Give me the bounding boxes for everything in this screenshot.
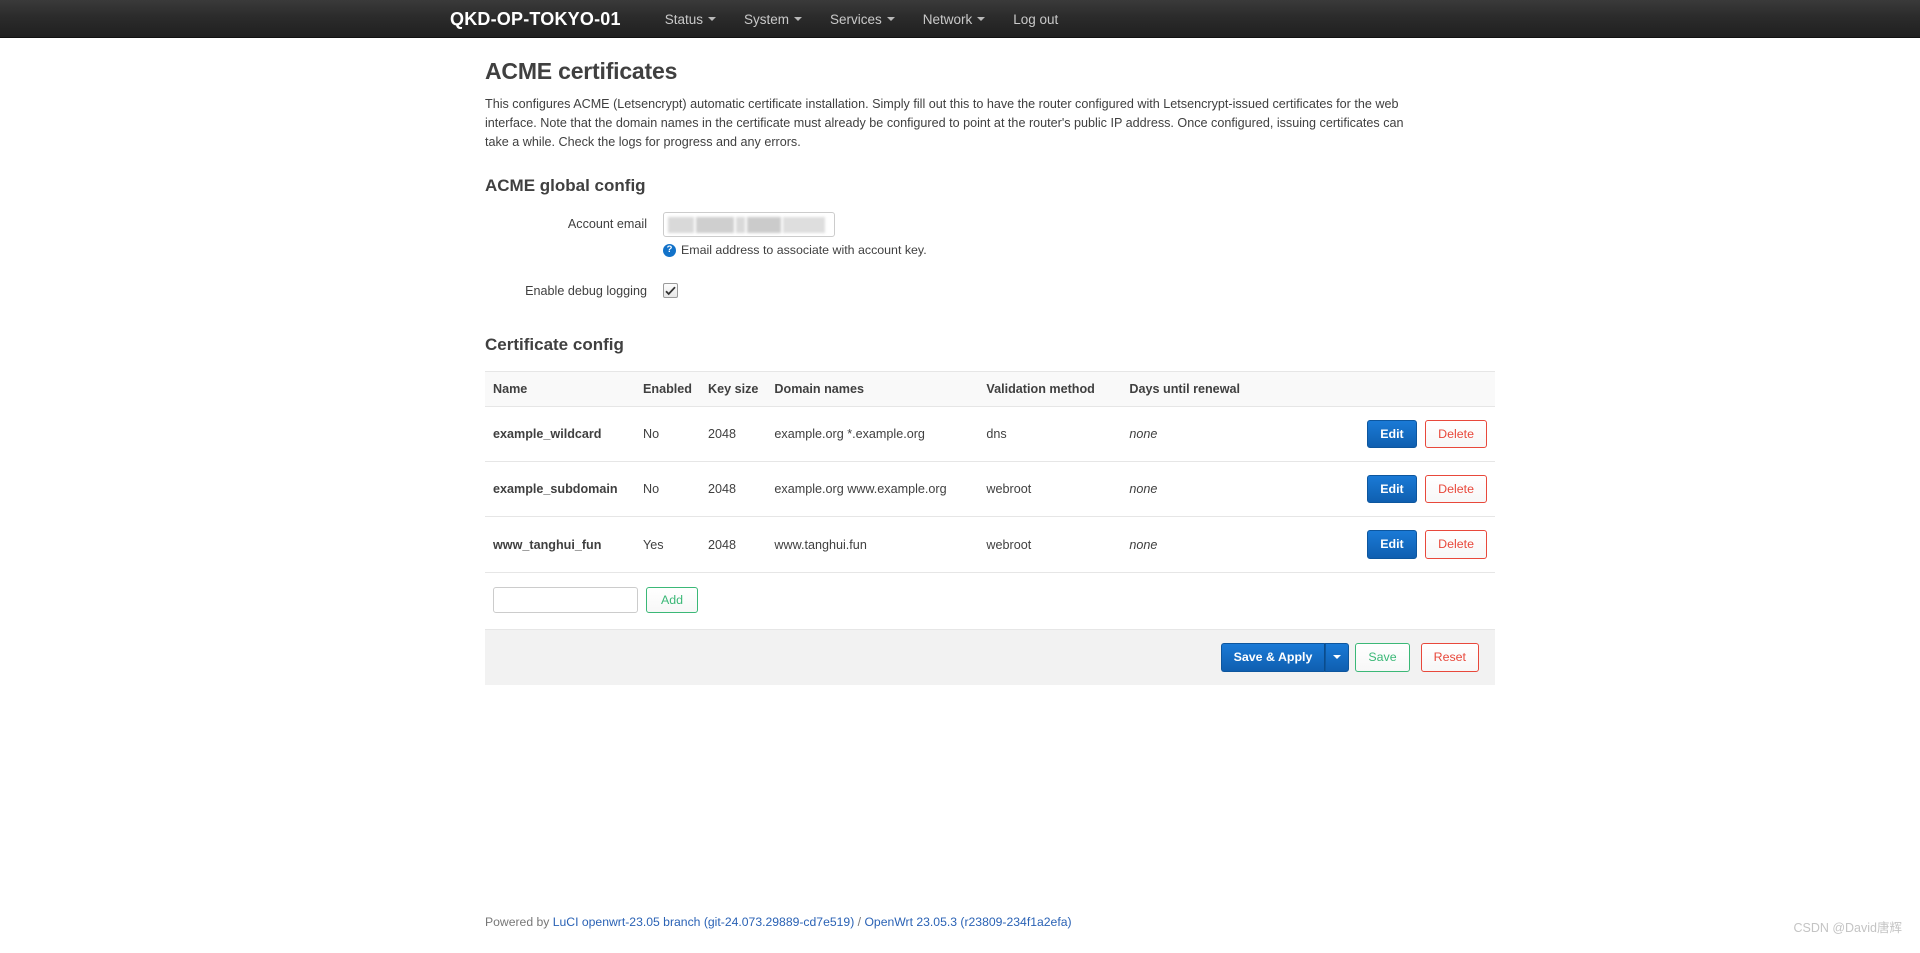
form-row-debug-logging: Enable debug logging bbox=[485, 279, 1495, 301]
nav-item-label: Log out bbox=[1013, 11, 1059, 27]
cell-enabled: No bbox=[635, 406, 700, 462]
save-apply-split-button: Save & Apply bbox=[1220, 643, 1350, 672]
certificate-config-section: Certificate config Name Enabled Key size… bbox=[485, 335, 1495, 685]
table-body: example_wildcard No 2048 example.org *.e… bbox=[485, 406, 1495, 573]
delete-button[interactable]: Delete bbox=[1425, 419, 1487, 448]
cell-name: example_subdomain bbox=[485, 461, 635, 518]
debug-logging-field-wrap bbox=[663, 279, 1495, 301]
nav-item-label: Services bbox=[829, 11, 882, 27]
cell-days-until-renewal: none bbox=[1121, 406, 1267, 462]
account-email-label: Account email bbox=[567, 217, 647, 231]
cell-domain-names: example.org *.example.org bbox=[766, 406, 979, 462]
table-head: Name Enabled Key size Domain names Valid… bbox=[485, 370, 1495, 407]
debug-logging-label: Enable debug logging bbox=[525, 284, 647, 298]
chevron-down-icon bbox=[977, 17, 986, 21]
nav-item-label: Network bbox=[922, 11, 973, 27]
chevron-down-icon bbox=[886, 17, 895, 21]
cell-validation-method: webroot bbox=[978, 516, 1122, 573]
table-row: example_subdomain No 2048 example.org ww… bbox=[485, 461, 1495, 518]
column-header-name: Name bbox=[485, 370, 635, 407]
debug-logging-checkbox[interactable] bbox=[663, 283, 678, 298]
add-button[interactable]: Add bbox=[646, 586, 699, 614]
question-mark-icon[interactable]: ? bbox=[663, 243, 676, 257]
chevron-down-icon bbox=[707, 17, 716, 21]
account-email-input[interactable] bbox=[663, 212, 835, 237]
delete-button[interactable]: Delete bbox=[1425, 530, 1487, 559]
cell-validation-method: dns bbox=[978, 406, 1122, 462]
cell-actions: Edit Delete bbox=[1266, 461, 1495, 518]
page-title: ACME certificates bbox=[485, 58, 678, 84]
column-header-domain-names: Domain names bbox=[766, 370, 979, 407]
cell-domain-names: www.tanghui.fun bbox=[766, 516, 979, 573]
table-row: example_wildcard No 2048 example.org *.e… bbox=[485, 406, 1495, 462]
save-apply-button[interactable]: Save & Apply bbox=[1220, 643, 1326, 672]
nav-item-system[interactable]: System bbox=[730, 12, 816, 27]
cell-domain-names: example.org www.example.org bbox=[766, 461, 979, 518]
nav-item-status[interactable]: Status bbox=[651, 12, 730, 27]
chevron-down-icon bbox=[793, 17, 802, 21]
nav-menu: Status System Services Network Log out bbox=[651, 12, 1073, 27]
nav-item-label: Status bbox=[664, 11, 703, 27]
cell-actions: Edit Delete bbox=[1266, 406, 1495, 462]
edit-button[interactable]: Edit bbox=[1367, 474, 1417, 504]
column-header-days-until-renewal: Days until renewal bbox=[1121, 370, 1267, 407]
brand-title[interactable]: QKD-OP-TOKYO-01 bbox=[450, 9, 621, 30]
cell-key-size: 2048 bbox=[700, 516, 767, 573]
column-header-actions bbox=[1266, 370, 1495, 407]
save-button[interactable]: Save bbox=[1355, 643, 1410, 672]
cell-days-until-renewal: none bbox=[1121, 461, 1267, 518]
page-content: ACME certificates This configures ACME (… bbox=[485, 38, 1495, 685]
account-email-hint: ? Email address to associate with accoun… bbox=[663, 243, 1495, 257]
form-action-bar: Save & Apply Save Reset bbox=[485, 629, 1495, 685]
page-description: This configures ACME (Letsencrypt) autom… bbox=[485, 97, 1404, 149]
edit-button[interactable]: Edit bbox=[1367, 419, 1417, 448]
footer: Powered by LuCI openwrt-23.05 branch (gi… bbox=[485, 915, 1072, 929]
column-header-enabled: Enabled bbox=[635, 370, 700, 407]
footer-powered-by: Powered by bbox=[485, 915, 550, 929]
account-email-field-wrap: ? Email address to associate with accoun… bbox=[663, 212, 1495, 257]
cell-validation-method: webroot bbox=[978, 461, 1122, 518]
add-certificate-row: Add bbox=[485, 573, 1495, 629]
footer-luci-link[interactable]: LuCI openwrt-23.05 branch (git-24.073.29… bbox=[553, 915, 855, 929]
cell-enabled: Yes bbox=[635, 516, 700, 573]
add-certificate-input[interactable] bbox=[493, 586, 638, 613]
nav-item-services[interactable]: Services bbox=[816, 12, 909, 27]
account-email-hint-text: Email address to associate with account … bbox=[681, 243, 927, 257]
cell-key-size: 2048 bbox=[700, 406, 767, 462]
cell-enabled: No bbox=[635, 461, 700, 518]
section-title-certificate-config: Certificate config bbox=[485, 334, 624, 354]
cell-key-size: 2048 bbox=[700, 461, 767, 518]
navbar-inner: QKD-OP-TOKYO-01 Status System Services N… bbox=[450, 9, 1470, 30]
column-header-validation-method: Validation method bbox=[978, 370, 1122, 407]
nav-item-label: System bbox=[743, 11, 789, 27]
table-header-row: Name Enabled Key size Domain names Valid… bbox=[485, 370, 1495, 407]
check-icon bbox=[665, 286, 676, 295]
cell-days-until-renewal: none bbox=[1121, 516, 1267, 573]
top-navbar: QKD-OP-TOKYO-01 Status System Services N… bbox=[0, 0, 1920, 38]
save-apply-dropdown-toggle[interactable] bbox=[1325, 643, 1350, 672]
certificates-table: Name Enabled Key size Domain names Valid… bbox=[485, 370, 1495, 573]
column-header-key-size: Key size bbox=[700, 370, 767, 407]
caret-down-icon bbox=[1333, 655, 1342, 660]
form-row-account-email: Account email ? Email address to associa… bbox=[485, 212, 1495, 257]
footer-openwrt-link[interactable]: OpenWrt 23.05.3 (r23809-234f1a2efa) bbox=[864, 915, 1071, 929]
section-title-global-config: ACME global config bbox=[485, 176, 646, 195]
table-row: www_tanghui_fun Yes 2048 www.tanghui.fun… bbox=[485, 516, 1495, 573]
edit-button[interactable]: Edit bbox=[1367, 530, 1417, 559]
watermark: CSDN @David唐辉 bbox=[1793, 921, 1902, 935]
cell-name: example_wildcard bbox=[485, 406, 635, 462]
footer-separator: / bbox=[857, 915, 862, 929]
cell-name: www_tanghui_fun bbox=[485, 516, 635, 573]
nav-item-network[interactable]: Network bbox=[909, 12, 1000, 27]
reset-button[interactable]: Reset bbox=[1420, 643, 1479, 672]
cell-actions: Edit Delete bbox=[1266, 516, 1495, 573]
nav-item-logout[interactable]: Log out bbox=[999, 12, 1072, 27]
delete-button[interactable]: Delete bbox=[1425, 474, 1487, 504]
redaction-blur bbox=[668, 217, 825, 233]
